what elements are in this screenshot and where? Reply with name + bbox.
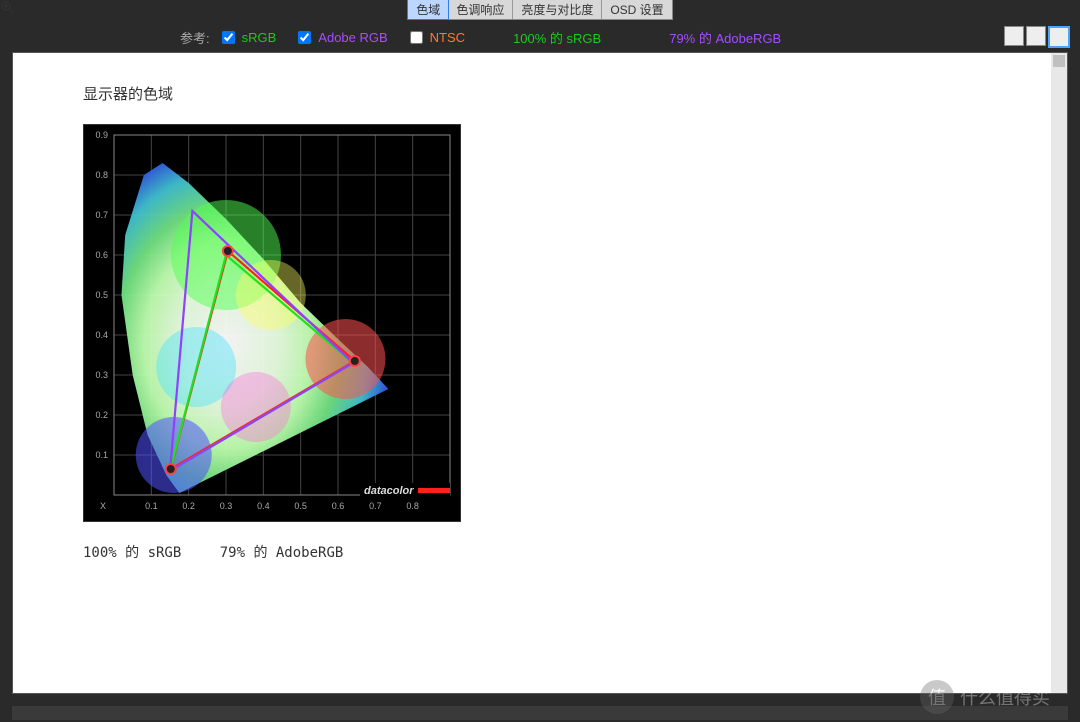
srgb-checkbox[interactable]: sRGB [218,28,277,47]
watermark-badge-icon: 值 [920,680,954,714]
svg-text:0.9: 0.9 [95,130,108,140]
svg-text:0.8: 0.8 [406,501,419,511]
srgb-checkbox-input[interactable] [222,31,235,44]
ntsc-checkbox-input[interactable] [410,31,423,44]
svg-text:0.7: 0.7 [369,501,382,511]
svg-text:0.2: 0.2 [182,501,195,511]
svg-text:X: X [100,501,106,511]
adobergb-label: Adobe RGB [318,30,387,45]
content-panel: 显示器的色域 0.1 0.2 0.3 0.4 0.5 0.6 0.7 0.8 0.1 0.2 0.3… [12,52,1068,694]
gamut-chart: 0.1 0.2 0.3 0.4 0.5 0.6 0.7 0.8 0.1 0.2 0.3 0.4 0.5 0… [83,124,461,522]
zoom-controls [1004,26,1070,48]
options-bar: 参考: sRGB Adobe RGB NTSC 100% 的 sRGB 79% … [0,22,1080,52]
svg-text:0.3: 0.3 [95,370,108,380]
srgb-label: sRGB [242,30,277,45]
svg-text:0.2: 0.2 [95,410,108,420]
ntsc-label: NTSC [430,30,465,45]
svg-text:0.6: 0.6 [332,501,345,511]
tab-strip: 色域 色调响应 亮度与对比度 OSD 设置 [407,0,672,20]
adobergb-coverage-stat: 79% 的 AdobeRGB [669,28,781,47]
reference-label: 参考: [180,28,210,47]
caption-srgb: 100% 的 sRGB [83,545,181,561]
scroll-up-icon[interactable] [1053,55,1065,67]
svg-text:0.6: 0.6 [95,250,108,260]
chart-caption: 100% 的 sRGB 79% 的 AdobeRGB [83,542,1067,562]
top-bar: 色域 色调响应 亮度与对比度 OSD 设置 [0,0,1080,22]
svg-text:datacolor: datacolor [364,485,414,497]
svg-text:0.1: 0.1 [95,450,108,460]
srgb-coverage-stat: 100% 的 sRGB [513,28,601,47]
tab-osd[interactable]: OSD 设置 [602,0,671,19]
zoom-out-button[interactable] [1026,26,1046,46]
svg-text:0.1: 0.1 [145,501,158,511]
ntsc-checkbox[interactable]: NTSC [406,28,465,47]
caption-adobergb: 79% 的 AdobeRGB [220,545,344,561]
watermark: 值 什么值得买 [920,680,1050,714]
svg-text:0.4: 0.4 [257,501,270,511]
zoom-fit-button[interactable] [1048,26,1070,48]
svg-text:0.5: 0.5 [294,501,307,511]
vertical-scrollbar[interactable] [1051,53,1067,693]
adobergb-checkbox[interactable]: Adobe RGB [294,28,387,47]
tab-tone[interactable]: 色调响应 [448,0,513,19]
zoom-in-button[interactable] [1004,26,1024,46]
horizontal-scrollbar[interactable] [12,706,1068,720]
svg-text:0.7: 0.7 [95,210,108,220]
svg-text:0.3: 0.3 [220,501,233,511]
page-title: 显示器的色域 [83,83,1067,104]
adobergb-checkbox-input[interactable] [298,31,311,44]
tab-brightness[interactable]: 亮度与对比度 [513,0,602,19]
svg-text:0.5: 0.5 [95,290,108,300]
gamut-svg: 0.1 0.2 0.3 0.4 0.5 0.6 0.7 0.8 0.1 0.2 0.3 0.4 0.5 0… [84,125,460,521]
svg-text:0.8: 0.8 [95,170,108,180]
tab-gamut[interactable]: 色域 [407,0,449,20]
watermark-text: 什么值得买 [960,684,1050,710]
svg-text:0.4: 0.4 [95,330,108,340]
